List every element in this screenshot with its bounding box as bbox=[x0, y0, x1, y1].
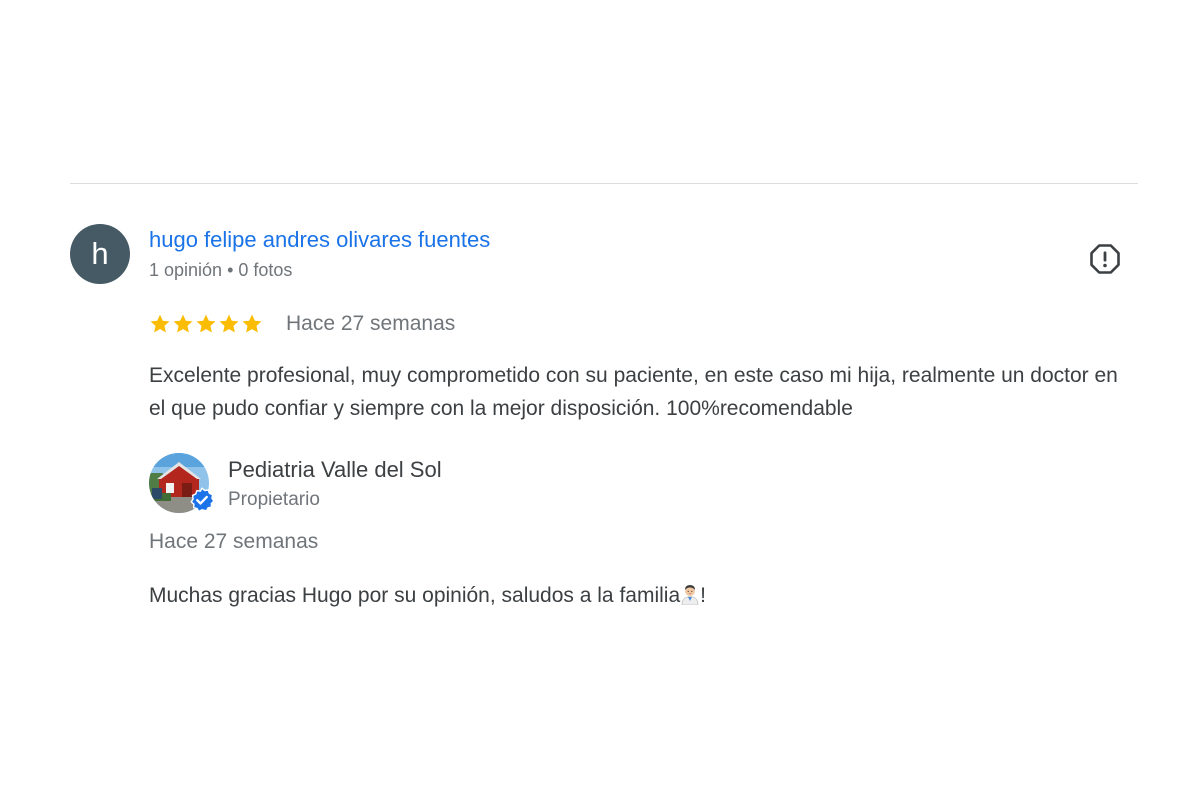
review-date: Hace 27 semanas bbox=[286, 312, 456, 335]
star-icon bbox=[196, 314, 216, 333]
health-worker-emoji bbox=[681, 585, 699, 605]
owner-avatar[interactable] bbox=[149, 453, 215, 513]
rating-row: Hace 27 semanas bbox=[149, 312, 455, 336]
divider bbox=[70, 183, 1138, 184]
author-meta: 1 opinión • 0 fotos bbox=[149, 260, 293, 280]
verified-badge-icon bbox=[190, 487, 215, 513]
report-flag-icon bbox=[1090, 244, 1120, 274]
star-icon bbox=[219, 314, 239, 333]
star-rating bbox=[149, 313, 263, 335]
owner-role: Propietario bbox=[228, 489, 320, 510]
reply-text-main: Muchas gracias Hugo por su opinión, salu… bbox=[149, 584, 681, 607]
owner-name: Pediatria Valle del Sol bbox=[228, 457, 442, 482]
reply-date: Hace 27 semanas bbox=[149, 530, 319, 553]
author-avatar[interactable]: h bbox=[70, 224, 130, 284]
reply-text: Muchas gracias Hugo por su opinión, salu… bbox=[149, 583, 706, 608]
review-text: Excelente profesional, muy comprometido … bbox=[149, 364, 1118, 420]
reply-text-end: ! bbox=[700, 584, 706, 607]
report-review-button[interactable] bbox=[1086, 240, 1124, 278]
star-icon bbox=[150, 314, 170, 333]
star-icon bbox=[242, 314, 262, 333]
star-icon bbox=[173, 314, 193, 333]
review-page: h hugo felipe andres olivares fuentes 1 … bbox=[0, 0, 1200, 800]
author-name-link[interactable]: hugo felipe andres olivares fuentes bbox=[149, 227, 490, 253]
